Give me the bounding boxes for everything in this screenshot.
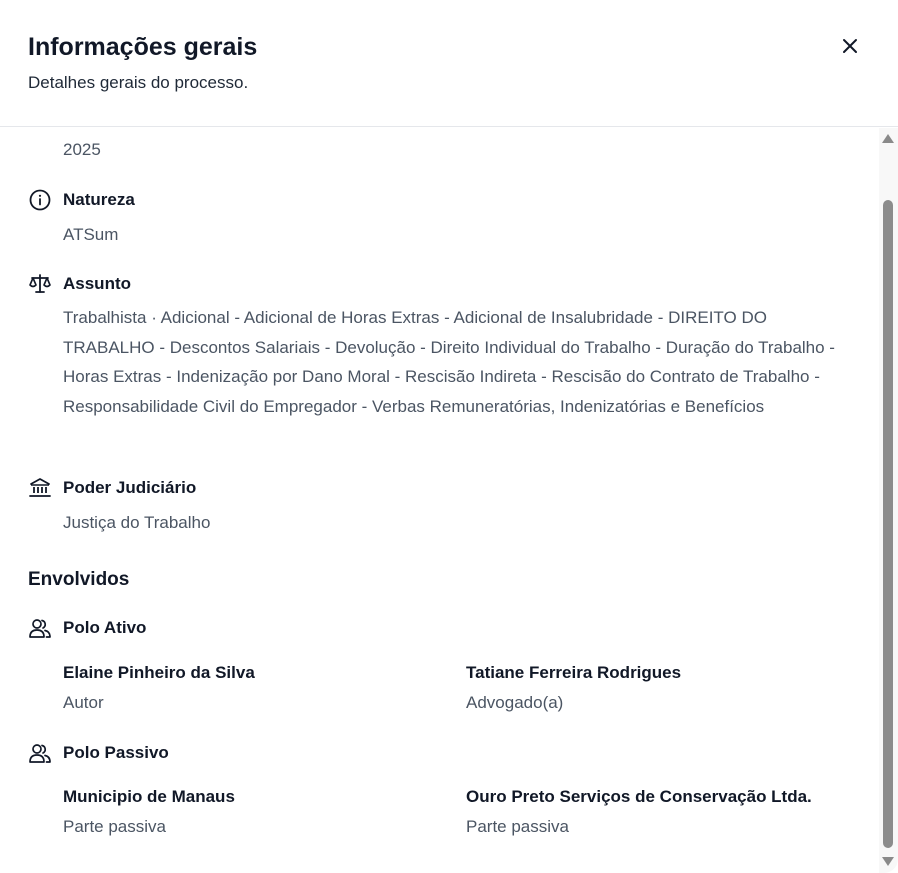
person-role: Advogado(a): [466, 693, 564, 712]
polo-ativo-label: Polo Ativo: [63, 618, 147, 637]
dialog-title: Informações gerais: [28, 33, 258, 61]
scale-icon: [28, 272, 52, 296]
person-role: Parte passiva: [466, 817, 569, 836]
natureza-value: ATSum: [63, 225, 119, 244]
users-icon: [28, 741, 52, 765]
info-icon: [28, 188, 52, 212]
dialog-subtitle: Detalhes gerais do processo.: [28, 73, 249, 92]
users-icon: [28, 616, 52, 640]
year-value: 2025: [63, 140, 101, 159]
natureza-label: Natureza: [63, 190, 135, 209]
person-name: Municipio de Manaus: [63, 787, 235, 806]
poder-judiciario-value: Justiça do Trabalho: [63, 513, 211, 532]
assunto-value: Trabalhista · Adicional - Adicional de H…: [63, 308, 835, 417]
person-name: Tatiane Ferreira Rodrigues: [466, 663, 682, 682]
dialog-body-scroll[interactable]: 2025 Natureza ATSum Assunto Trabalhista …: [0, 128, 878, 873]
person-role: Parte passiva: [63, 817, 166, 836]
close-icon: [842, 38, 858, 57]
scrollbar[interactable]: [879, 128, 898, 873]
dialog: Informações gerais Detalhes gerais do pr…: [0, 0, 898, 873]
person-name: Ouro Preto Serviços de Conservação Ltda.: [466, 787, 812, 806]
dialog-header: Informações gerais Detalhes gerais do pr…: [0, 0, 898, 127]
scroll-up-arrow-icon[interactable]: [882, 134, 894, 143]
courthouse-icon: [28, 476, 52, 500]
scrollbar-thumb[interactable]: [883, 200, 893, 848]
polo-passivo-label: Polo Passivo: [63, 743, 169, 762]
person-name: Elaine Pinheiro da Silva: [63, 663, 255, 682]
poder-judiciario-label: Poder Judiciário: [63, 478, 197, 497]
scroll-down-arrow-icon[interactable]: [882, 857, 894, 866]
close-button[interactable]: [836, 33, 864, 61]
person-role: Autor: [63, 693, 104, 712]
assunto-label: Assunto: [63, 274, 131, 293]
envolvidos-title: Envolvidos: [28, 569, 130, 590]
